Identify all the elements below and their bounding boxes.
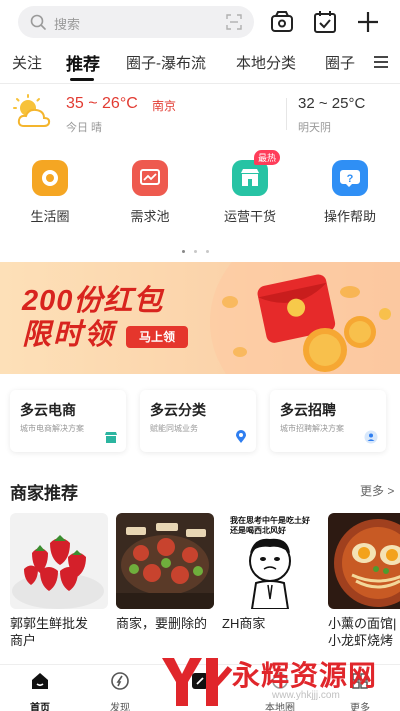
feature-card-description: 城市招聘解决方案 <box>280 424 344 433</box>
help-icon: ? <box>332 160 368 196</box>
feature-card-description: 城市电商解决方案 <box>20 424 84 433</box>
merchant-name-line2: 商户 <box>10 633 37 648</box>
watermark-brand: 永辉资源网 <box>232 660 378 691</box>
weather-widget[interactable]: 35 ~ 26°C 南京 今日 晴 32 ~ 25°C 明天阴 <box>0 86 400 140</box>
feature-card-classifieds[interactable]: 多云分类 赋能同城业务 <box>140 390 256 452</box>
shop-icon <box>105 432 117 443</box>
merchant-name: 商家，要删除的 <box>116 616 208 631</box>
feature-card-recruitment[interactable]: 多云招聘 城市招聘解决方案 <box>270 390 386 452</box>
person-icon <box>364 430 378 444</box>
tab-follow[interactable]: 关注 <box>12 52 42 73</box>
nav-label: 发现 <box>110 703 130 711</box>
nav-discover[interactable]: 发现 <box>90 671 150 711</box>
merchant-card[interactable]: 郭郭生鲜批发 商户 <box>10 513 108 649</box>
quick-action-help[interactable]: ? 操作帮助 <box>315 160 385 225</box>
search-placeholder: 搜索 <box>54 17 81 32</box>
tab-circle-waterfall[interactable]: 圈子-瀑布流 <box>126 52 206 73</box>
feature-card-description: 赋能同城业务 <box>150 424 198 433</box>
hot-badge: 最热 <box>254 150 281 165</box>
banner-title: 200份红包 <box>22 285 164 317</box>
nav-home[interactable]: 首页 <box>10 671 70 711</box>
store-icon: 最热 <box>232 150 281 196</box>
quick-action-label: 生活圈 <box>30 209 70 224</box>
wallet-icon[interactable] <box>268 8 296 36</box>
merchant-image: 我在思考中午是吃土好 还是喝西北风好 <box>222 513 320 609</box>
merchant-image <box>116 513 214 609</box>
feature-card-title: 多云电商 <box>20 402 76 418</box>
search-icon <box>30 14 46 30</box>
quick-action-label: 需求池 <box>130 209 170 224</box>
carousel-dot <box>194 250 197 253</box>
merchant-list: 郭郭生鲜批发 商户 商家，要删除的 我在思考中午是吃土好 还是喝西北风好 ZH商… <box>0 513 400 653</box>
merchant-card[interactable]: 我在思考中午是吃土好 还是喝西北风好 ZH商家 <box>222 513 320 649</box>
calendar-check-icon[interactable] <box>311 8 339 36</box>
weather-divider <box>286 98 287 130</box>
scan-icon[interactable] <box>226 14 242 30</box>
location-pin-icon <box>236 430 246 443</box>
search-input[interactable]: 搜索 <box>18 6 254 38</box>
top-bar: 搜索 <box>0 0 400 44</box>
merchant-name: ZH商家 <box>222 616 266 631</box>
quick-action-label: 运营干货 <box>223 209 276 224</box>
tab-recommend[interactable]: 推荐 <box>66 50 100 75</box>
today-temperature: 35 ~ 26°C <box>66 95 138 112</box>
merchant-card[interactable]: 小薰の面馆| 小龙虾烧烤 <box>328 513 400 649</box>
quick-action-life-circle[interactable]: 生活圈 <box>15 160 85 225</box>
banner-subtitle: 限时领 <box>22 319 116 351</box>
svg-text:?: ? <box>347 173 354 185</box>
merchant-image <box>328 513 400 609</box>
section-title: 商家推荐 <box>10 484 78 503</box>
home-icon <box>32 673 48 689</box>
carousel-dot <box>206 250 209 253</box>
tab-local-category[interactable]: 本地分类 <box>236 52 296 73</box>
merchant-card[interactable]: 商家，要删除的 <box>116 513 214 649</box>
carousel-indicator <box>182 240 218 253</box>
category-tabs: 关注 推荐 圈子-瀑布流 本地分类 圈子 <box>0 44 400 82</box>
red-packet-banner[interactable]: 200份红包 限时领 马上领 <box>0 262 400 374</box>
claim-now-button[interactable]: 马上领 <box>126 326 188 348</box>
nav-label: 首页 <box>30 703 50 711</box>
tomorrow-temperature: 32 ~ 25°C <box>298 95 366 112</box>
watermark-url: www.yhkjjj.com <box>272 690 340 701</box>
city-label: 南京 <box>152 99 177 113</box>
quick-action-demand-pool[interactable]: 需求池 <box>115 160 185 225</box>
today-description: 今日 晴 <box>66 122 103 134</box>
plus-icon[interactable] <box>354 8 382 36</box>
tomorrow-description: 明天阴 <box>298 122 331 134</box>
menu-icon[interactable] <box>372 54 390 70</box>
red-packet-illustration <box>222 274 391 372</box>
quick-action-label: 操作帮助 <box>323 209 376 224</box>
feature-card-title: 多云分类 <box>150 402 206 418</box>
more-link[interactable]: 更多 > <box>360 482 394 499</box>
sunny-cloudy-icon <box>13 94 51 127</box>
divider <box>0 83 400 84</box>
quick-action-operations-tips[interactable]: 最热 运营干货 <box>215 150 285 225</box>
demand-pool-icon <box>132 160 168 196</box>
feature-card-ecommerce[interactable]: 多云电商 城市电商解决方案 <box>10 390 126 452</box>
compass-icon <box>111 672 129 690</box>
carousel-dot <box>182 250 185 253</box>
merchant-image <box>10 513 108 609</box>
feature-card-title: 多云招聘 <box>280 402 336 418</box>
active-tab-indicator <box>70 78 94 81</box>
life-circle-icon <box>32 160 68 196</box>
merchant-name-line2: 小龙虾烧烤 <box>328 633 394 648</box>
